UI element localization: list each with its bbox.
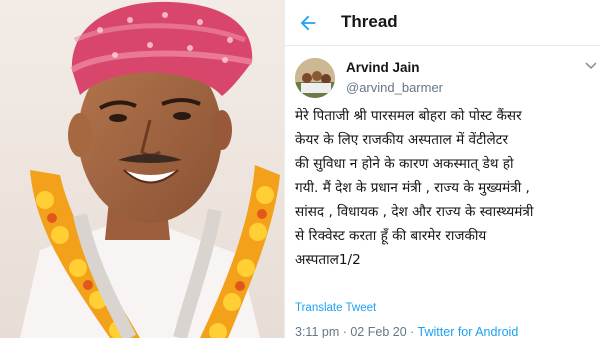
arrow-left-icon[interactable] [297, 12, 319, 34]
tweet-time: 3:11 pm [295, 325, 340, 338]
translate-tweet-link[interactable]: Translate Tweet [295, 302, 376, 314]
avatar-image [295, 58, 335, 98]
tweet-meta: 3:11 pm · 02 Feb 20 · Twitter for Androi… [295, 325, 518, 338]
author-name[interactable]: Arvind Jain [346, 60, 420, 75]
tweet-line: से रिक्वेस्ट करता हूँ की बारमेर राजकीय [295, 228, 487, 244]
portrait-photo [0, 0, 284, 338]
tweet-line: सांसद , विधायक , देश और राज्य के स्वास्थ… [295, 204, 534, 220]
avatar[interactable] [295, 58, 335, 98]
tweet-line: केयर के लिए राजकीय अस्पताल में वेंटीलेटर [295, 132, 509, 148]
portrait-illustration [0, 0, 284, 338]
tweet-line: मेरे पिताजी श्री पारसमल बोहरा को पोस्ट क… [295, 108, 522, 124]
tweet-text: मेरे पिताजी श्री पारसमल बोहरा को पोस्ट क… [295, 104, 595, 272]
tweet-line: अस्पताल1/2 [295, 252, 361, 268]
chevron-down-icon[interactable] [585, 60, 597, 72]
tweet-line: गयी. मैं देश के प्रधान मंत्री , राज्य के… [295, 180, 530, 196]
tweet-source-link[interactable]: Twitter for Android [418, 325, 519, 338]
tweet-date: 02 Feb 20 [350, 325, 407, 338]
tweet-line: की सुविधा न होने के कारण अकस्मात् डेथ हो [295, 156, 514, 172]
page-title: Thread [341, 12, 398, 31]
meta-separator: · [339, 325, 351, 338]
tweet-panel: Thread Arvind Jain @arvind_barmer मेरे प… [284, 0, 600, 338]
meta-separator: · [406, 325, 418, 338]
author-handle[interactable]: @arvind_barmer [346, 80, 443, 95]
thread-header: Thread [285, 0, 600, 46]
